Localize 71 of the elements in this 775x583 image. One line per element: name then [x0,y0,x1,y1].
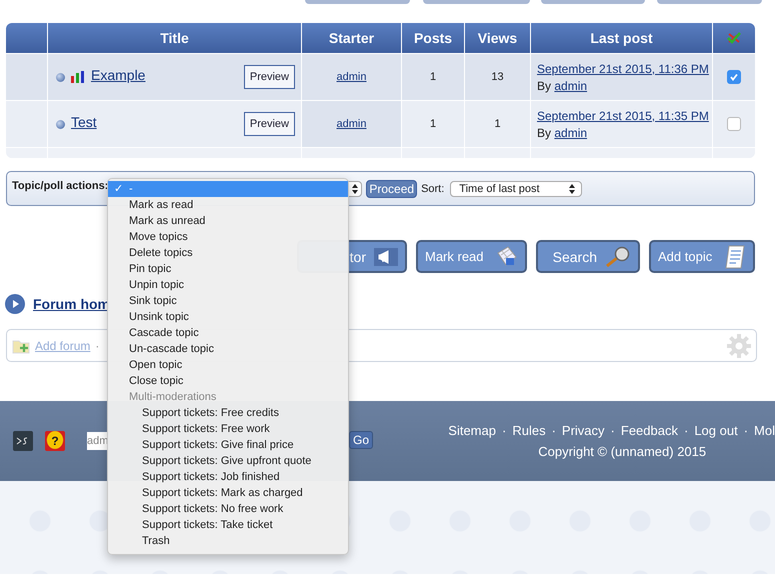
preview-button[interactable]: Preview [244,112,295,136]
column-header: Starter [302,23,402,53]
search-icon [605,246,631,268]
sort-label: Sort: [421,182,444,194]
author-link[interactable]: admin [554,126,588,140]
document-icon [724,244,746,268]
footer-link[interactable]: Rules [512,423,546,438]
topic-status-icon [56,120,65,128]
menu-item[interactable]: Trash [108,533,348,549]
footer-link[interactable]: Log out [694,423,738,438]
menu-item[interactable]: Unpin topic [108,277,348,293]
menu-item[interactable]: Support tickets: Take ticket [108,517,348,533]
terminal-icon[interactable] [13,431,33,451]
sort-dropdown[interactable]: Time of last post [450,180,582,196]
menu-item[interactable]: Support tickets: Give upfront quote [108,453,348,469]
by-label: By [537,78,552,92]
separator-dot: · [502,423,506,438]
play-circle-icon [5,294,25,314]
topic-link[interactable]: Example [91,67,146,83]
menu-item[interactable]: Un-cascade topic [108,341,348,357]
menu-group-label: Multi-moderations [128,390,218,405]
checkmark-icon [729,72,739,82]
menu-item[interactable]: Mark as read [108,197,348,213]
folder-add-icon [12,338,30,354]
menu-item[interactable]: Support tickets: No free work [108,501,348,517]
actions-label: Topic/poll actions: [12,180,108,192]
bar-chart-icon [71,71,85,83]
separator-dot: · [552,423,556,438]
separator-dot: · [610,423,615,438]
go-button[interactable]: Go [349,431,374,449]
updown-arrows-icon [569,184,576,194]
menu-item[interactable]: Mark as unread [108,213,348,229]
footer-link[interactable]: Sitemap [448,423,496,438]
menu-item[interactable]: Unsink topic [108,309,348,325]
megaphone-icon [374,248,398,266]
proceed-button[interactable]: Proceed [366,180,418,198]
menu-item[interactable]: Support tickets: Give final price [108,437,348,453]
check-all-icon[interactable] [726,31,742,45]
topic-status-icon [56,72,65,82]
author-link[interactable]: admin [554,78,588,92]
footer-link[interactable]: Feedback [620,423,678,438]
updown-arrows-icon [352,184,358,194]
menu-item[interactable]: Support tickets: Mark as charged [108,485,348,501]
preview-button[interactable]: Preview [244,65,295,89]
by-label: By [537,126,552,140]
separator-dot: · [684,423,688,438]
topic-link[interactable]: Test [71,114,97,130]
copyright-text: Copyright © (unnamed) 2015 [538,444,708,459]
menu-item[interactable]: Sink topic [108,293,348,309]
last-post-link[interactable]: September 21st 2015, 11:36 PM [537,62,712,76]
footer-link[interactable]: Mol [754,423,775,438]
last-post-link[interactable]: September 21st 2015, 11:35 PM [537,108,712,122]
row-checkbox[interactable] [727,117,741,131]
help-button[interactable]: ? [45,431,65,451]
column-header: Posts [402,23,465,53]
menu-item[interactable]: Close topic [108,373,348,389]
menu-item[interactable]: Support tickets: Job finished [108,469,348,485]
column-header: Last post [531,23,713,53]
footer-link[interactable]: Privacy [562,423,605,438]
menu-item[interactable]: Support tickets: Free credits [108,405,348,421]
menu-item[interactable]: Support tickets: Free work [108,421,348,437]
starter-link[interactable]: admin [336,71,366,83]
separator-dot: · [744,423,748,438]
column-header: Views [465,23,531,53]
gear-icon[interactable] [727,334,751,358]
column-header: Title [48,23,302,53]
starter-link[interactable]: admin [336,118,366,130]
menu-item[interactable]: Open topic [108,357,348,373]
menu-item[interactable]: Cascade topic [108,325,348,341]
row-checkbox[interactable] [727,70,741,84]
separator-dot: · [95,338,100,352]
